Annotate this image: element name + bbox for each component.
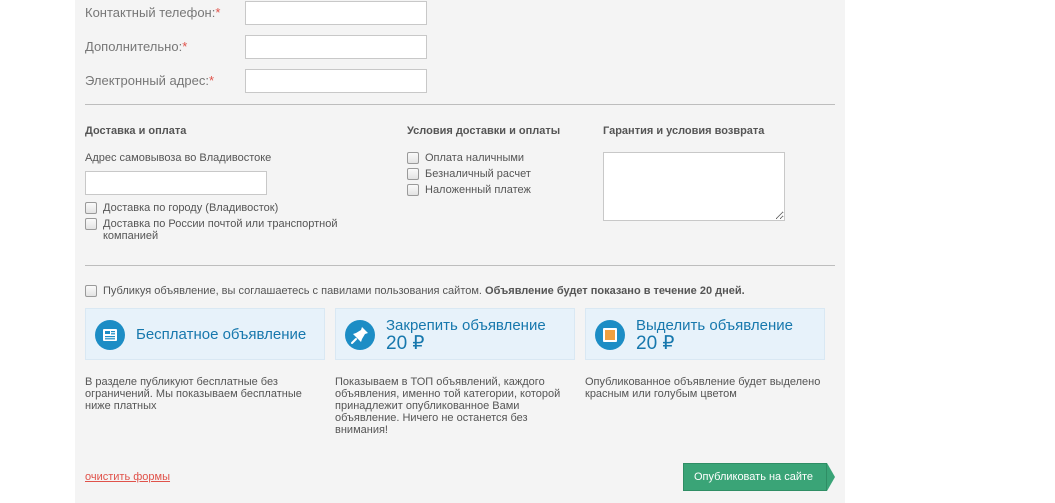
clear-form-link[interactable]: очистить формы bbox=[85, 471, 170, 483]
cod-label: Наложенный платеж bbox=[425, 184, 531, 196]
pin-ad-card[interactable]: Закрепить объявление 20 ₽ bbox=[335, 308, 575, 360]
extra-input[interactable] bbox=[245, 35, 427, 59]
cash-checkbox[interactable] bbox=[407, 152, 419, 164]
russia-delivery-checkbox[interactable] bbox=[85, 218, 97, 230]
delivery-title: Доставка и оплата bbox=[85, 125, 187, 137]
city-delivery-label: Доставка по городу (Владивосток) bbox=[103, 202, 279, 214]
free-ad-card[interactable]: Бесплатное объявление bbox=[85, 308, 325, 360]
divider-bottom bbox=[85, 265, 835, 266]
cash-label: Оплата наличными bbox=[425, 152, 525, 164]
free-ad-description: В разделе публикуют бесплатные без ограни… bbox=[85, 376, 302, 412]
newspaper-icon bbox=[95, 320, 125, 350]
highlight-ad-description: Опубликованное объявление будет выделено… bbox=[585, 376, 821, 400]
pickup-input[interactable] bbox=[85, 171, 267, 195]
email-input[interactable] bbox=[245, 69, 427, 93]
russia-delivery-label: Доставка по России почтой или транспортн… bbox=[103, 218, 338, 242]
agreement-checkbox[interactable] bbox=[85, 285, 97, 297]
warranty-textarea[interactable] bbox=[603, 152, 785, 221]
cashless-label: Безналичный расчет bbox=[425, 168, 531, 180]
city-delivery-checkbox[interactable] bbox=[85, 202, 97, 214]
highlight-icon bbox=[595, 320, 625, 350]
cashless-checkbox[interactable] bbox=[407, 168, 419, 180]
publish-button[interactable]: Опубликовать на сайте bbox=[683, 463, 835, 491]
highlight-ad-price: 20 ₽ bbox=[636, 333, 675, 354]
pickup-label: Адрес самовывоза во Владивостоке bbox=[85, 152, 272, 164]
extra-label: Дополнительно:* bbox=[85, 39, 188, 54]
pin-icon bbox=[345, 320, 375, 350]
email-label: Электронный адрес:* bbox=[85, 73, 215, 88]
phone-input[interactable] bbox=[245, 1, 427, 25]
cod-checkbox[interactable] bbox=[407, 184, 419, 196]
warranty-title: Гарантия и условия возврата bbox=[603, 125, 765, 137]
payment-title: Условия доставки и оплаты bbox=[407, 125, 561, 137]
highlight-ad-card[interactable]: Выделить объявление 20 ₽ bbox=[585, 308, 825, 360]
free-ad-title: Бесплатное объявление bbox=[136, 326, 307, 343]
pin-ad-description: Показываем в ТОП объявлений, каждого объя… bbox=[335, 376, 561, 436]
divider-top bbox=[85, 104, 835, 105]
agreement-label: Публикуя объявление, вы соглашаетесь с п… bbox=[103, 285, 745, 297]
pin-ad-price: 20 ₽ bbox=[386, 333, 425, 354]
phone-label: Контактный телефон:* bbox=[85, 5, 221, 20]
